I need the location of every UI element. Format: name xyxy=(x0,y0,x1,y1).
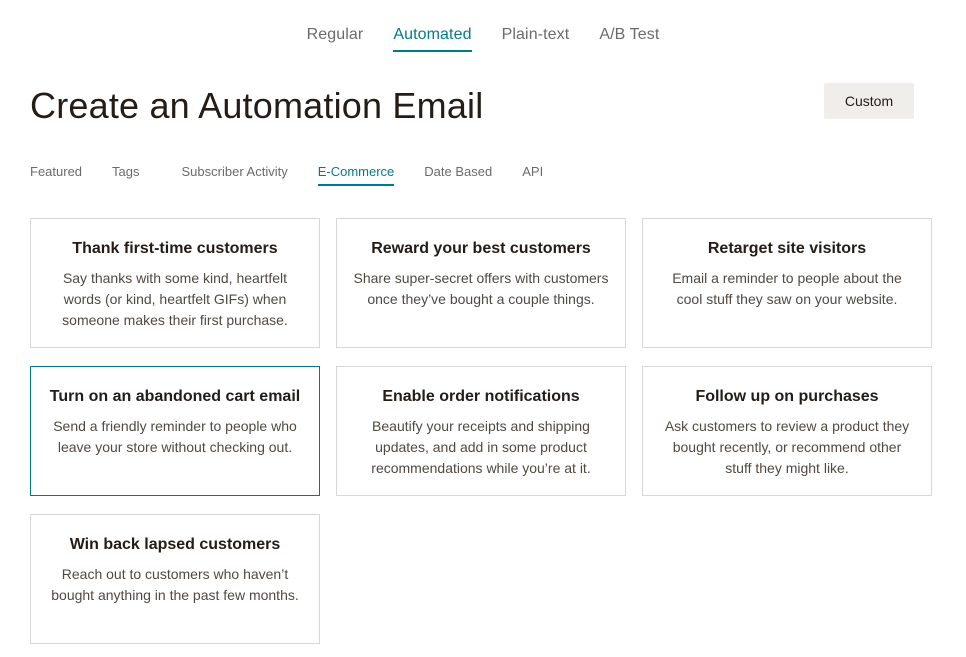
card-description: Beautify your receipts and shipping upda… xyxy=(371,418,591,476)
category-tab-ecommerce[interactable]: E-Commerce xyxy=(317,163,395,186)
category-tab-subscriber-activity[interactable]: Subscriber Activity xyxy=(182,163,288,186)
card-title: Enable order notifications xyxy=(382,388,580,405)
card-follow-up-on-purchases[interactable]: Follow up on purchases Ask customers to … xyxy=(642,366,932,496)
card-title: Win back lapsed customers xyxy=(69,536,281,553)
card-title: Reward your best customers xyxy=(371,240,591,257)
card-retarget-site-visitors[interactable]: Retarget site visitors Email a reminder … xyxy=(642,218,932,348)
card-title: Turn on an abandoned cart email xyxy=(49,388,301,405)
card-order-notifications[interactable]: Enable order notifications Beautify your… xyxy=(336,366,626,496)
category-tabs: Featured Tags Subscriber Activity E-Comm… xyxy=(30,163,573,186)
card-description: Email a reminder to people about the coo… xyxy=(672,270,902,307)
tab-plain-text[interactable]: Plain-text xyxy=(502,24,570,52)
card-description: Share super-secret offers with customers… xyxy=(353,270,609,307)
category-tab-api[interactable]: API xyxy=(522,163,543,186)
card-description: Ask customers to review a product they b… xyxy=(664,418,910,476)
card-description: Send a friendly reminder to people who l… xyxy=(53,418,297,455)
card-reward-best-customers[interactable]: Reward your best customers Share super-s… xyxy=(336,218,626,348)
automation-card-grid: Thank first-time customers Say thanks wi… xyxy=(30,218,932,644)
card-abandoned-cart-email[interactable]: Turn on an abandoned cart email Send a f… xyxy=(30,366,320,496)
campaign-type-tabs: Regular Automated Plain-text A/B Test xyxy=(0,24,966,52)
card-title: Follow up on purchases xyxy=(695,388,879,405)
automation-email-page: Regular Automated Plain-text A/B Test Cr… xyxy=(0,0,966,657)
card-description: Reach out to customers who haven’t bough… xyxy=(51,566,299,603)
category-tab-tags[interactable]: Tags xyxy=(112,163,139,186)
custom-button[interactable]: Custom xyxy=(824,83,914,119)
page-title: Create an Automation Email xyxy=(30,85,484,126)
card-title: Retarget site visitors xyxy=(707,240,867,257)
card-title: Thank first-time customers xyxy=(72,240,278,257)
card-thank-first-time-customers[interactable]: Thank first-time customers Say thanks wi… xyxy=(30,218,320,348)
category-tab-featured[interactable]: Featured xyxy=(30,163,82,186)
tab-regular[interactable]: Regular xyxy=(307,24,364,52)
card-description: Say thanks with some kind, heartfelt wor… xyxy=(62,270,288,328)
tab-ab-test[interactable]: A/B Test xyxy=(599,24,659,52)
category-tab-date-based[interactable]: Date Based xyxy=(424,163,492,186)
card-win-back-lapsed-customers[interactable]: Win back lapsed customers Reach out to c… xyxy=(30,514,320,644)
tab-automated[interactable]: Automated xyxy=(393,24,472,52)
